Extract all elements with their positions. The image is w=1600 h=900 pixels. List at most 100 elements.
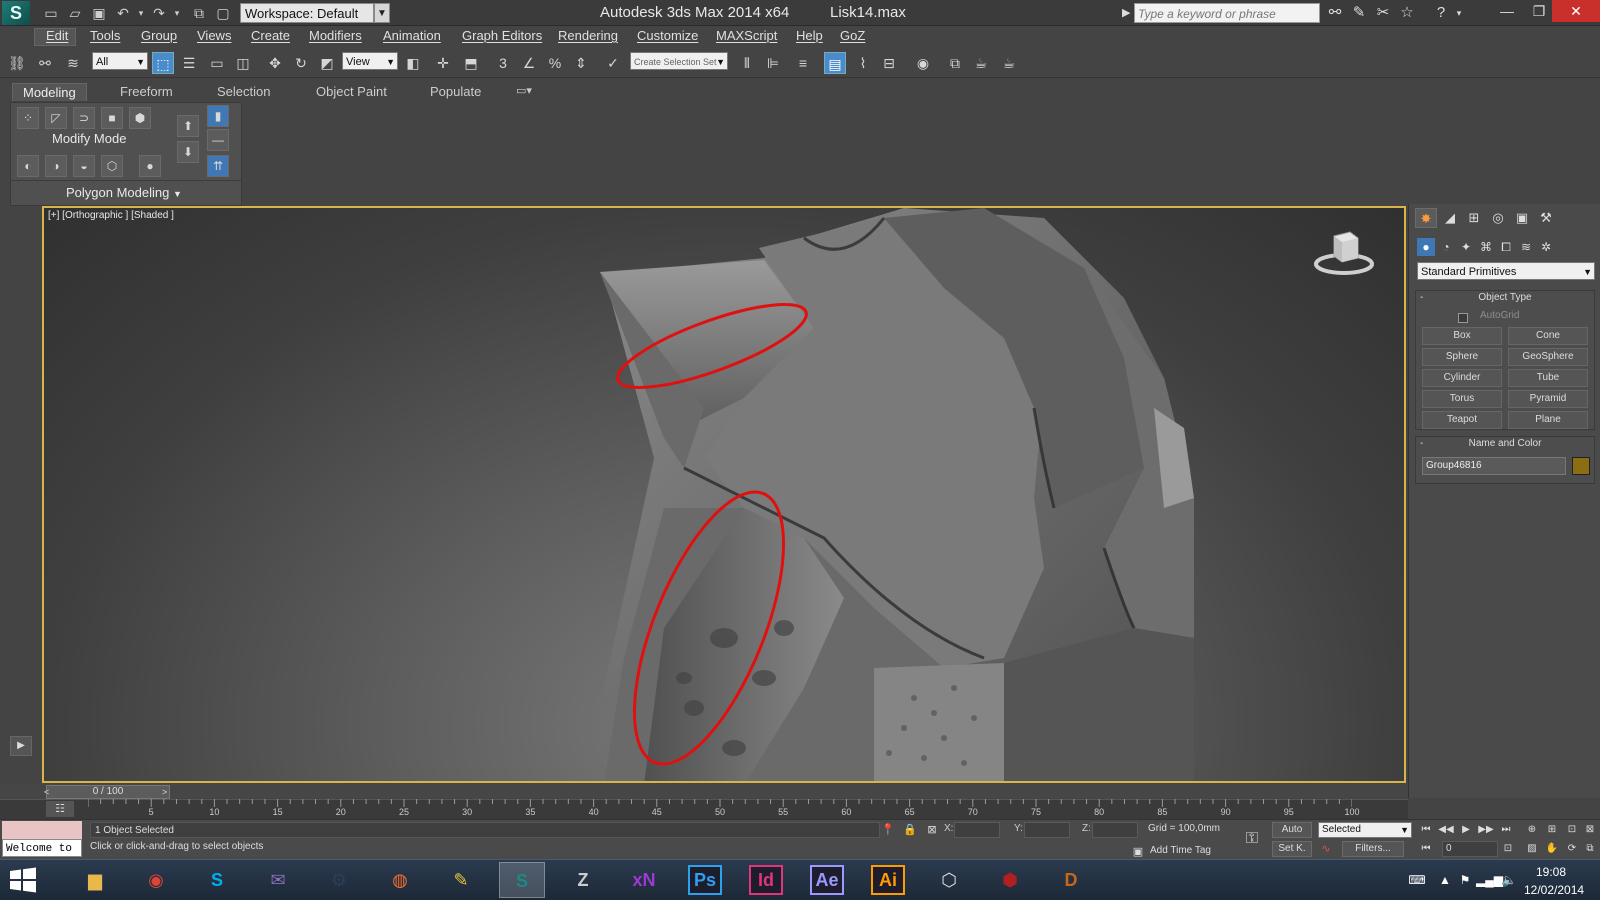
move-icon[interactable]: ✥ [264, 52, 286, 74]
coord-z-input[interactable] [1092, 822, 1138, 838]
redo-dropdown-icon[interactable]: ▾ [168, 4, 186, 22]
torus-button[interactable]: Torus [1422, 390, 1502, 408]
taskbar-diablo-icon[interactable]: D [1048, 862, 1094, 898]
time-config-icon[interactable]: ⊡ [1500, 841, 1516, 857]
select-object-icon[interactable]: ⬚ [152, 52, 174, 74]
plane-button[interactable]: Plane [1508, 411, 1588, 429]
taskbar-photoshop-icon[interactable]: Ps [688, 865, 722, 895]
spacewarps-icon[interactable]: ≋ [1517, 238, 1535, 256]
viewcube-icon[interactable] [1314, 228, 1374, 278]
select-manipulate-icon[interactable]: ✛ [432, 52, 454, 74]
keyboard-shortcut-toggle-icon[interactable]: ⬒ [460, 52, 482, 74]
tab-selection[interactable]: Selection [207, 83, 280, 101]
new-file-icon[interactable]: ▭ [42, 4, 60, 22]
link-icon[interactable]: ⛓ [6, 52, 28, 74]
collapse-minus-icon[interactable]: - [1420, 291, 1423, 305]
menu-customize[interactable]: Customize [637, 28, 698, 43]
taskbar-unity-icon[interactable]: ⬡ [926, 862, 972, 898]
viewport[interactable]: [+] [Orthographic ] [Shaded ] [42, 206, 1406, 783]
taskbar-illustrator-pro-icon[interactable]: ✎ [438, 862, 484, 898]
selection-filter-dropdown[interactable]: All ▼ [92, 52, 148, 70]
toggle-command-icon[interactable]: ◑ [45, 155, 67, 177]
teapot-button[interactable]: Teapot [1422, 411, 1502, 429]
vertex-mode-icon[interactable]: ⁘ [17, 107, 39, 129]
current-frame-input[interactable]: 0 [1442, 841, 1498, 857]
create-tab-icon[interactable]: ✸ [1415, 208, 1437, 228]
subscription-key-icon[interactable]: ✎ [1348, 4, 1370, 22]
cylinder-button[interactable]: Cylinder [1422, 369, 1502, 387]
window-toggle-icon[interactable]: ▢ [214, 4, 232, 22]
taskbar-skype-icon[interactable]: S [194, 862, 240, 898]
key-filters-button[interactable]: Filters... [1342, 841, 1404, 857]
binoculars-icon[interactable]: ⚯ [1324, 4, 1346, 22]
tab-populate[interactable]: Populate [420, 83, 491, 101]
hierarchy-tab-icon[interactable]: ⊞ [1463, 208, 1485, 228]
menu-help[interactable]: Help [796, 28, 823, 43]
render-setup-icon[interactable]: ⧉ [944, 52, 966, 74]
absolute-mode-icon[interactable]: ⊠ [924, 822, 940, 838]
autogrid-checkbox[interactable] [1458, 313, 1468, 323]
lights-icon[interactable]: ✦ [1457, 238, 1475, 256]
remove-modifier-icon[interactable]: ⇈ [207, 155, 229, 177]
material-editor-icon[interactable]: ◉ [912, 52, 934, 74]
curve-editor-mini-icon[interactable]: ☷ [46, 801, 74, 817]
pin-stack-icon[interactable]: ▮ [207, 105, 229, 127]
snaps-toggle-icon[interactable]: 3 [492, 52, 514, 74]
taskbar-indesign-icon[interactable]: Id [749, 865, 783, 895]
menu-group[interactable]: Group [141, 28, 177, 43]
zoom-extents-icon[interactable]: ⊡ [1564, 822, 1580, 838]
object-name-input[interactable]: Group46816 [1422, 457, 1566, 475]
tab-freeform[interactable]: Freeform [110, 83, 183, 101]
select-by-name-icon[interactable]: ☰ [178, 52, 200, 74]
maximize-viewport-icon[interactable]: ⧉ [1582, 841, 1598, 857]
go-to-end-icon[interactable]: ⏭ [1498, 822, 1514, 838]
taskbar-3ds-max-icon[interactable]: S [499, 862, 545, 898]
zoom-extents-all-icon[interactable]: ⊠ [1582, 822, 1598, 838]
spinner-snap-icon[interactable]: ⇕ [570, 52, 592, 74]
menu-graph-editors[interactable]: Graph Editors [462, 28, 542, 43]
edit-named-selection-icon[interactable]: ✓ [602, 52, 624, 74]
percent-snap-icon[interactable]: % [544, 52, 566, 74]
motion-tab-icon[interactable]: ◎ [1487, 208, 1509, 228]
volume-icon[interactable]: 🔈 [1500, 871, 1518, 889]
minimize-icon[interactable]: — [1490, 0, 1524, 22]
add-time-tag[interactable]: Add Time Tag [1150, 845, 1211, 856]
object-color-swatch[interactable] [1572, 457, 1590, 475]
pan-hand-icon[interactable]: ✋ [1544, 841, 1560, 857]
close-icon[interactable]: ✕ [1552, 0, 1600, 22]
tab-object-paint[interactable]: Object Paint [306, 83, 397, 101]
menu-maxscript[interactable]: MAXScript [716, 28, 777, 43]
cone-button[interactable]: Cone [1508, 327, 1588, 345]
taskbar-origin-icon[interactable]: ◍ [377, 862, 423, 898]
taskbar-game-app-icon[interactable]: ⬢ [987, 862, 1033, 898]
selection-lock-icon[interactable]: 🔒 [902, 822, 918, 838]
cameras-icon[interactable]: ⌘ [1477, 238, 1495, 256]
isolate-pin-icon[interactable]: 📍 [880, 822, 896, 838]
render-production-icon[interactable]: ☕ [998, 52, 1020, 74]
polygon-mode-icon[interactable]: ■ [101, 107, 123, 129]
taskbar-file-explorer-icon[interactable]: ▆ [72, 862, 118, 898]
key-filter-dropdown[interactable]: Selected ▼ [1318, 822, 1412, 838]
next-modifier-icon[interactable]: ⬇ [177, 141, 199, 163]
undo-icon[interactable]: ↶ [114, 4, 132, 22]
rectangular-selection-icon[interactable]: ▭ [206, 52, 228, 74]
set-key-button[interactable]: Set K. [1272, 841, 1312, 857]
time-prev-icon[interactable]: < [44, 785, 54, 799]
preserve-uvs-icon[interactable]: ◐ [17, 155, 39, 177]
border-mode-icon[interactable]: ⊃ [73, 107, 95, 129]
menu-goz[interactable]: GoZ [840, 28, 865, 43]
layer-manager-icon[interactable]: ≡ [792, 52, 814, 74]
rotate-icon[interactable]: ↻ [290, 52, 312, 74]
tray-expand-icon[interactable]: ▲ [1436, 871, 1454, 889]
taskbar-pidgin-icon[interactable]: ✉ [255, 862, 301, 898]
sphere-button[interactable]: Sphere [1422, 348, 1502, 366]
default-tangent-icon[interactable]: ∿ [1318, 841, 1334, 857]
save-file-icon[interactable]: ▣ [90, 4, 108, 22]
field-of-view-icon[interactable]: ▨ [1524, 841, 1540, 857]
make-unique-icon[interactable]: — [207, 129, 229, 151]
workspace-dropdown[interactable]: Workspace: Default [240, 3, 374, 23]
menu-modifiers[interactable]: Modifiers [309, 28, 362, 43]
clock-date[interactable]: 12/02/2014 [1524, 883, 1584, 897]
scale-icon[interactable]: ◩ [316, 52, 338, 74]
search-input[interactable]: Type a keyword or phrase [1134, 3, 1320, 23]
